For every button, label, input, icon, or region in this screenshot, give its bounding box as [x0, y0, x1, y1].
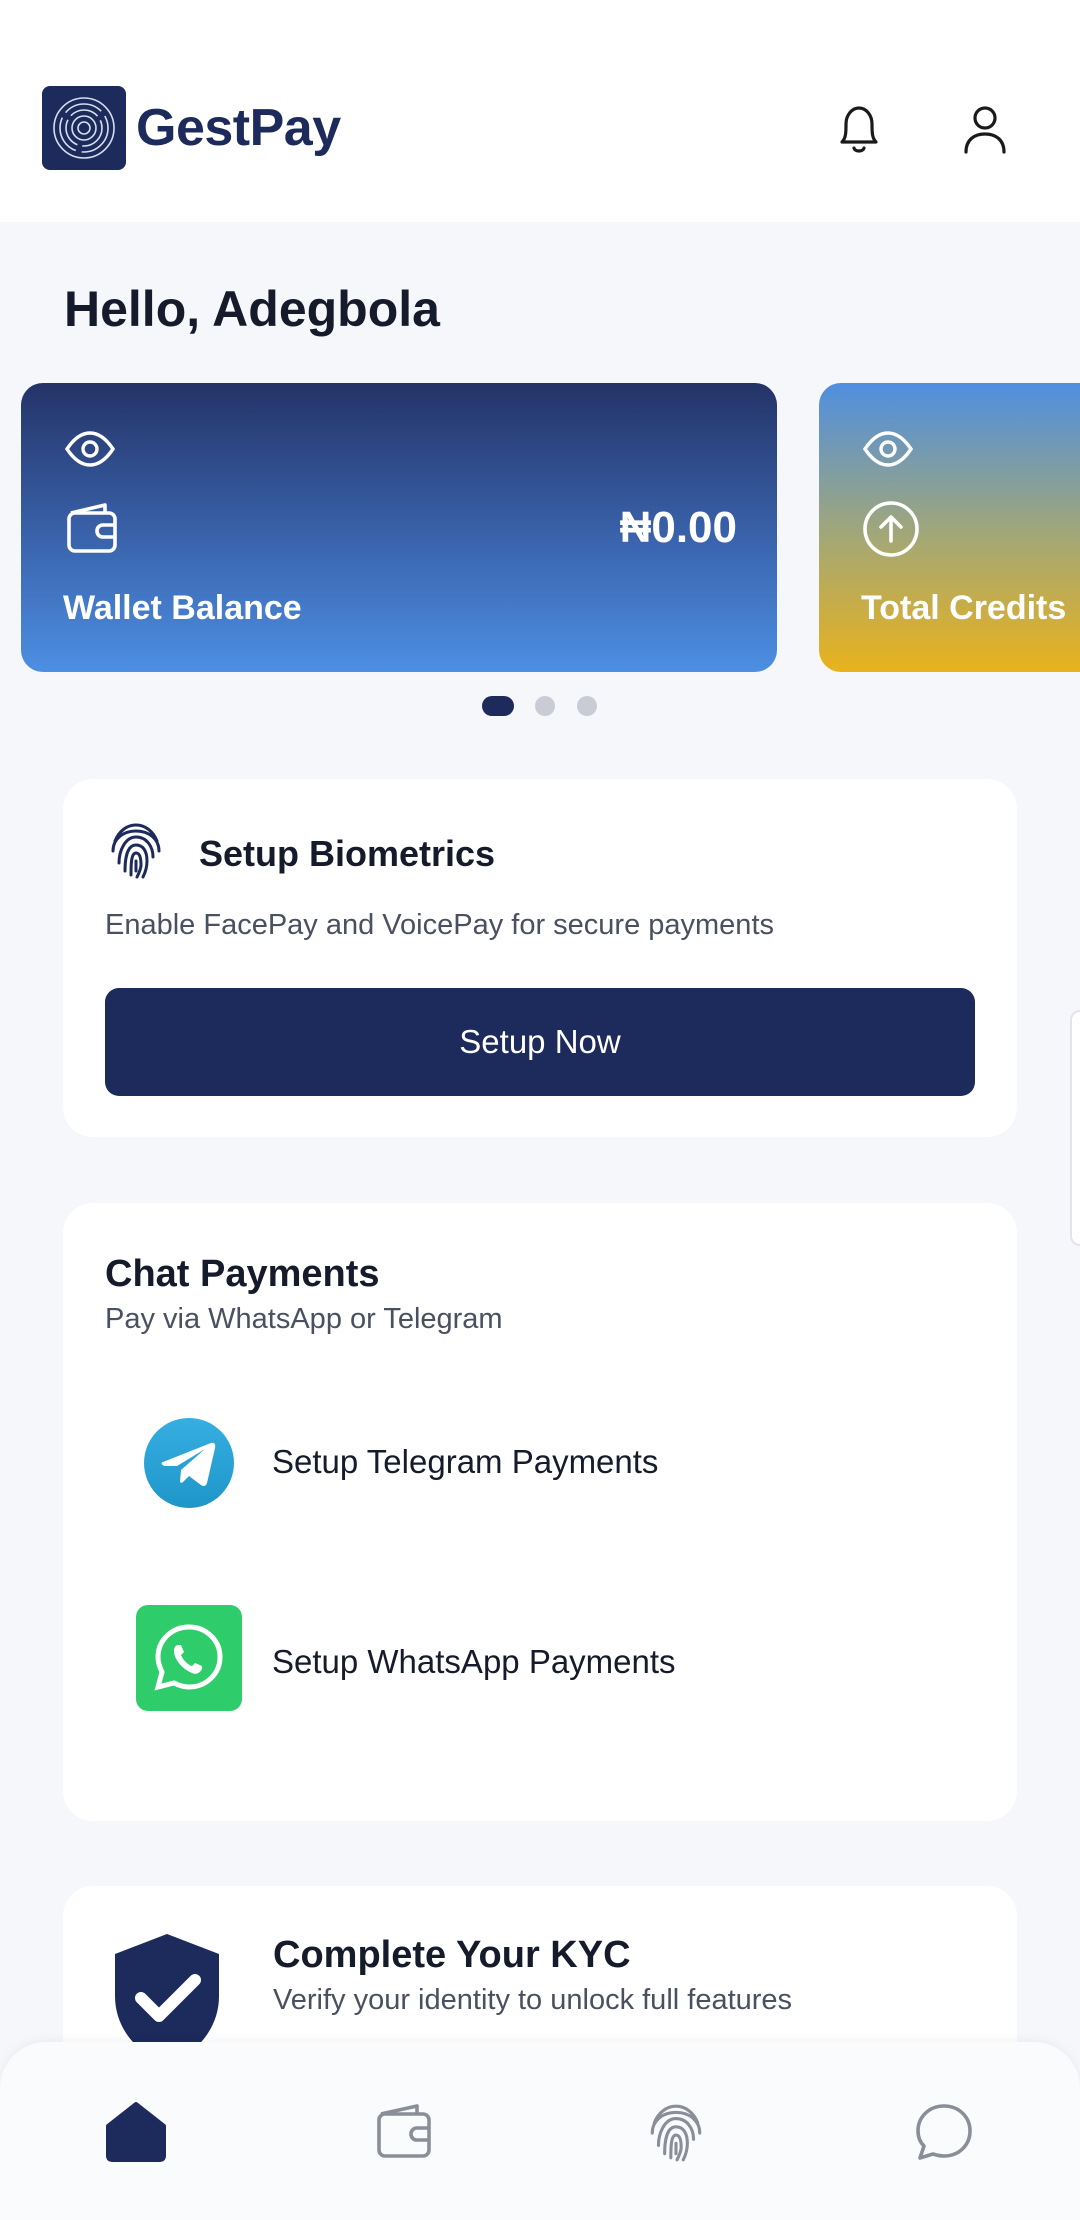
kyc-title: Complete Your KYC: [273, 1934, 631, 1976]
wallet-balance-label: Wallet Balance: [63, 589, 302, 627]
carousel-dot[interactable]: [577, 696, 597, 716]
greeting-text: Hello, Adegbola: [64, 281, 440, 337]
eye-icon[interactable]: [63, 429, 117, 469]
biometrics-subtitle: Enable FacePay and VoicePay for secure p…: [105, 909, 774, 941]
chat-payments-card: Chat Payments Pay via WhatsApp or Telegr…: [63, 1203, 1017, 1821]
setup-telegram-label: Setup Telegram Payments: [272, 1443, 659, 1480]
chat-icon[interactable]: [912, 2100, 976, 2164]
carousel-dot-active[interactable]: [482, 696, 514, 716]
kyc-subtitle: Verify your identity to unlock full feat…: [273, 1984, 793, 2016]
home-screen: GestPay Hello, Adegbola Wallet Balance ₦…: [0, 0, 1080, 2220]
wallet-balance-amount: ₦0.00: [619, 503, 737, 552]
arrow-up-circle-icon: [861, 499, 921, 559]
wallet-icon: [63, 499, 123, 559]
home-icon[interactable]: [104, 2100, 168, 2164]
wallet-balance-card[interactable]: Wallet Balance ₦0.00: [21, 383, 777, 672]
notification-bell-icon[interactable]: [826, 96, 892, 162]
fingerprint-icon: [105, 819, 167, 881]
telegram-icon: [143, 1417, 235, 1509]
biometrics-title: Setup Biometrics: [199, 833, 496, 874]
setup-whatsapp-label: Setup WhatsApp Payments: [272, 1643, 676, 1680]
wallet-icon[interactable]: [373, 2100, 437, 2164]
profile-user-icon[interactable]: [952, 96, 1018, 162]
total-credits-card[interactable]: Total Credits: [819, 383, 1080, 672]
app-logo: [42, 86, 126, 170]
carousel-indicator: [0, 694, 1080, 718]
setup-now-button[interactable]: Setup Now: [105, 988, 975, 1096]
whatsapp-icon: [136, 1605, 242, 1711]
bottom-navigation: [0, 2042, 1080, 2220]
chat-payments-subtitle: Pay via WhatsApp or Telegram: [105, 1303, 503, 1335]
chat-payments-title: Chat Payments: [105, 1253, 380, 1295]
edge-panel-handle[interactable]: [1070, 1010, 1080, 1246]
eye-icon[interactable]: [861, 429, 915, 469]
biometrics-card: Setup Biometrics Enable FacePay and Voic…: [63, 779, 1017, 1137]
setup-whatsapp-item[interactable]: Setup WhatsApp Payments: [63, 1605, 1017, 1725]
app-header: GestPay: [0, 0, 1080, 222]
carousel-dot[interactable]: [535, 696, 555, 716]
total-credits-label: Total Credits: [861, 589, 1067, 627]
setup-telegram-item[interactable]: Setup Telegram Payments: [63, 1405, 1017, 1525]
brand-name: GestPay: [136, 99, 341, 157]
fingerprint-icon[interactable]: [644, 2100, 708, 2164]
